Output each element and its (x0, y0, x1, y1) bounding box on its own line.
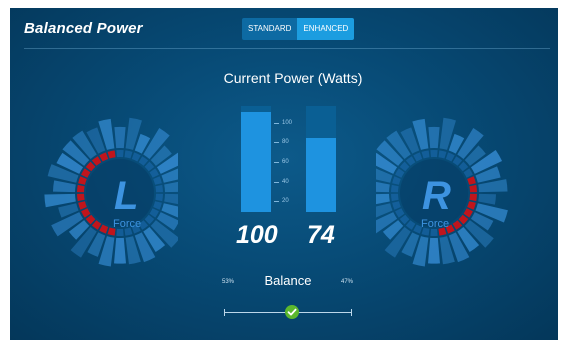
dial-inner-segment (445, 152, 455, 162)
dial-inner-segment (144, 161, 155, 172)
app-window: Balanced Power STANDARD ENHANCED Current… (10, 8, 558, 340)
dial-inner-segment (463, 168, 473, 178)
dial-inner-segment (392, 176, 401, 185)
dial-inner-segment (155, 184, 163, 193)
dial-force-segment-red (81, 168, 91, 178)
dial-outer-segment (114, 126, 126, 149)
current-power-title: Current Power (Watts) (223, 70, 363, 86)
dial-inner-segment (131, 152, 141, 162)
dial-inner-segment (395, 168, 405, 178)
dial-force-segment-red (77, 193, 85, 202)
dial-inner-segment (116, 150, 124, 158)
dial-inner-segment (405, 220, 416, 230)
dial-inner-segment (144, 214, 155, 225)
dial-inner-segment (458, 161, 469, 172)
dial-inner-segment (399, 214, 410, 225)
dial-force-segment-red (99, 224, 109, 234)
balance-slider-thumb[interactable] (284, 305, 299, 319)
slider-end-left (224, 309, 225, 316)
scale-tick: 80 (272, 138, 306, 146)
left-dial-letter: L (114, 174, 139, 218)
dial-inner-segment (438, 150, 447, 159)
header-divider (24, 48, 550, 49)
scale-tick: 100 (272, 119, 306, 127)
dial-outer-segment (114, 237, 126, 264)
dial-inner-segment (413, 152, 423, 162)
dial-inner-segment (452, 156, 463, 166)
left-power-bar (241, 106, 271, 212)
right-force-dial (376, 117, 508, 267)
dial-force-segment-red (91, 220, 102, 230)
standard-mode-button[interactable]: STANDARD (242, 18, 298, 40)
slider-end-right (351, 309, 352, 316)
dial-inner-segment (124, 150, 133, 159)
dial-inner-segment (391, 184, 399, 193)
mode-toggle: STANDARD ENHANCED (242, 18, 355, 40)
dial-inner-segment (395, 208, 405, 218)
dial-inner-segment (153, 201, 162, 210)
check-circle-icon (287, 308, 297, 316)
dial-inner-segment (153, 176, 162, 185)
right-balance-percent: 47% (341, 279, 354, 285)
dial-force-segment-red (467, 201, 476, 210)
right-dial-force-label: Force (421, 218, 450, 230)
left-force-dial (44, 117, 178, 267)
dial-force-segment-red (99, 152, 109, 162)
dial-outer-segment (478, 193, 496, 205)
dial-force-segment-red (91, 156, 102, 166)
balance-title: Balance (264, 273, 312, 288)
enhanced-mode-button[interactable]: ENHANCED (297, 18, 355, 40)
dial-inner-segment (392, 201, 401, 210)
dial-inner-segment (391, 193, 399, 202)
scale-tick: 20 (272, 197, 306, 205)
dial-inner-segment (430, 150, 438, 158)
dial-force-segment-red (85, 161, 96, 172)
dial-force-segment-red (81, 208, 91, 218)
scale-tick: 60 (272, 158, 306, 166)
dial-inner-segment (399, 161, 410, 172)
scale-tick: 40 (272, 178, 306, 186)
dial-force-segment-red (463, 208, 473, 218)
dial-force-segment-red (452, 220, 463, 230)
dial-inner-segment (421, 150, 430, 159)
dial-force-segment-red (85, 214, 96, 225)
dial-force-segment-red (77, 184, 85, 193)
dial-force-segment-red (78, 201, 87, 210)
dial-inner-segment (155, 193, 163, 202)
dial-outer-segment (164, 193, 178, 205)
left-power-value: 100 (236, 221, 278, 249)
power-scale: 100 80 60 40 20 (272, 106, 306, 212)
dial-force-segment-red (78, 176, 87, 185)
right-dial-letter: R (422, 174, 451, 218)
dial-force-segment-red (107, 150, 116, 159)
dial-force-segment-red (458, 214, 469, 225)
right-power-value: 74 (307, 221, 335, 249)
dial-force-segment-red (469, 193, 477, 202)
right-power-bar (306, 106, 336, 212)
dial-inner-segment (405, 156, 416, 166)
left-power-bar-fill (241, 112, 271, 212)
left-dial-force-label: Force (113, 218, 142, 230)
dial-inner-segment (149, 208, 159, 218)
app-title: Balanced Power (24, 20, 143, 37)
right-power-bar-fill (306, 138, 336, 212)
dial-inner-segment (149, 168, 159, 178)
dial-force-segment-red (467, 176, 476, 185)
dial-outer-segment (428, 237, 440, 264)
dial-force-segment-red (469, 184, 477, 193)
dial-inner-segment (138, 156, 149, 166)
dial-outer-segment (428, 126, 440, 149)
left-balance-percent: 53% (222, 279, 235, 285)
dial-outer-segment (52, 180, 76, 193)
